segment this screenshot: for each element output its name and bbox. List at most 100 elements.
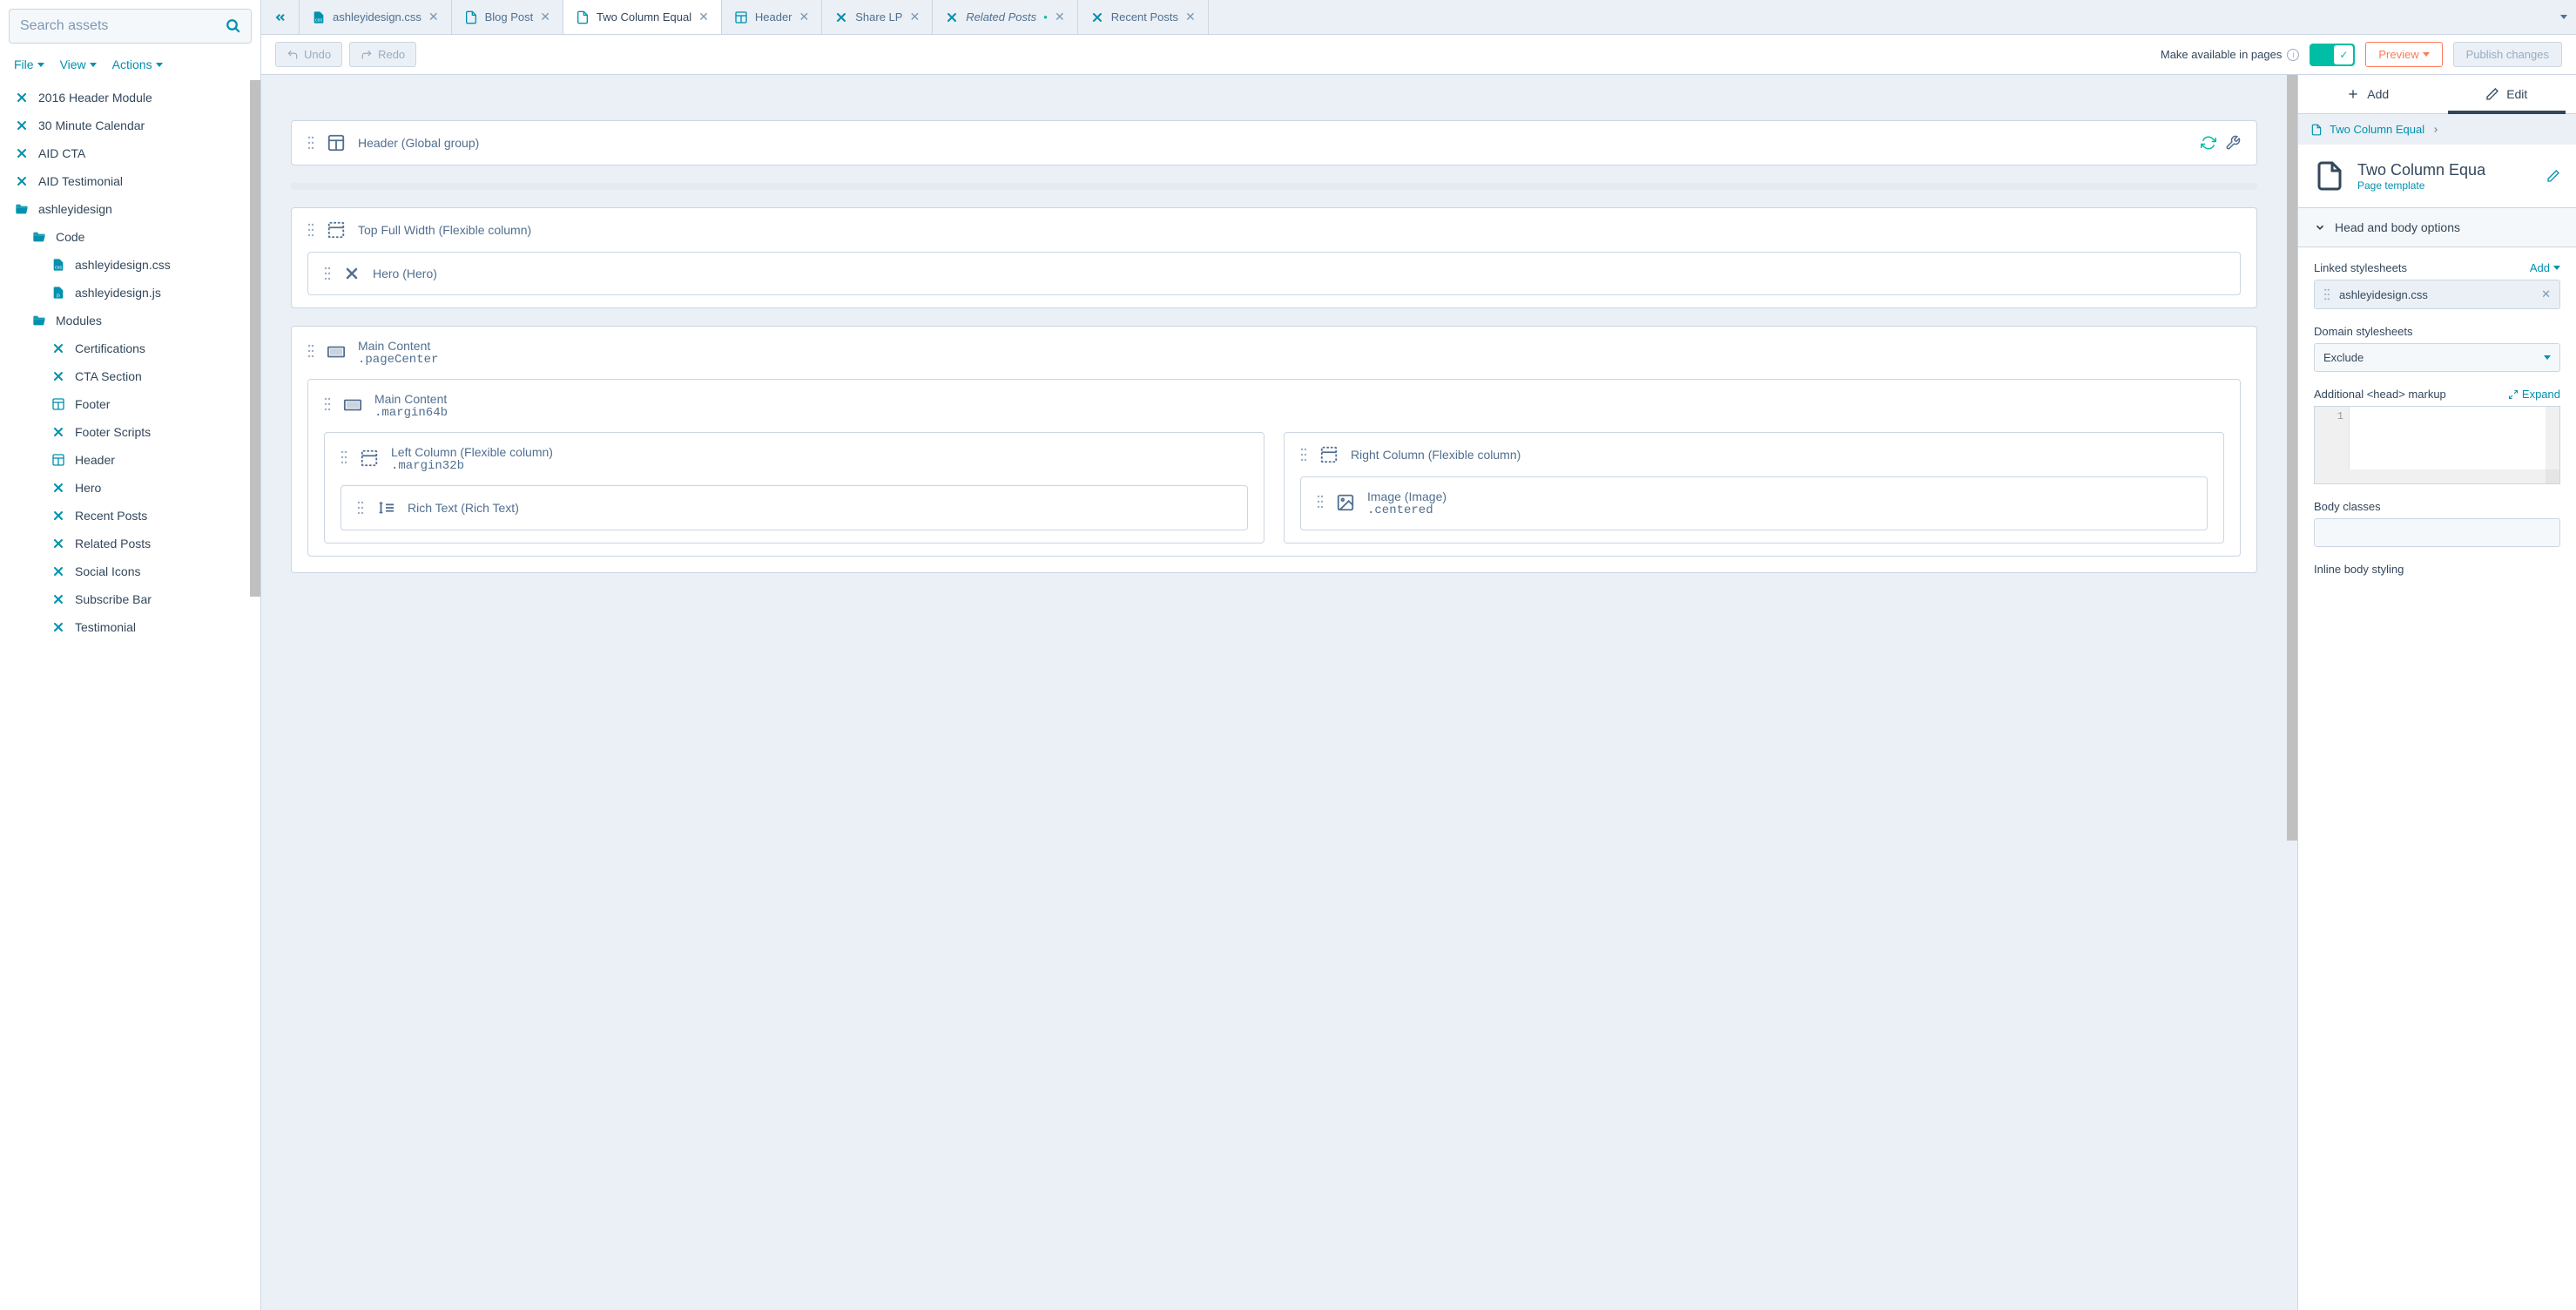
tree-item[interactable]: Related Posts (0, 530, 260, 557)
tree-item-label: 2016 Header Module (38, 91, 152, 105)
tree-item[interactable]: Hero (0, 474, 260, 502)
close-tab-button[interactable]: ✕ (428, 10, 439, 24)
inspector-tab-add[interactable]: Add (2298, 75, 2438, 113)
canvas: Header (Global group) (261, 75, 2297, 1310)
block-image[interactable]: Image (Image) .centered (1300, 476, 2208, 530)
tree-item[interactable]: AID Testimonial (0, 167, 260, 195)
redo-button[interactable]: Redo (349, 42, 416, 67)
drag-handle-icon[interactable] (307, 344, 314, 358)
collapse-sidebar-button[interactable] (261, 0, 300, 34)
drag-handle-icon[interactable] (2323, 288, 2330, 300)
sidebar: File View Actions 2016 Header Module 30 M… (0, 0, 261, 1310)
tab[interactable]: Recent Posts✕ (1078, 0, 1209, 34)
module-icon (51, 368, 66, 384)
canvas-scrollbar[interactable] (2287, 75, 2297, 841)
add-stylesheet-button[interactable]: Add (2530, 261, 2560, 274)
close-tab-button[interactable]: ✕ (540, 10, 550, 24)
drag-handle-icon[interactable] (357, 501, 364, 515)
sidebar-scrollbar[interactable] (250, 80, 260, 597)
search-field[interactable] (9, 9, 252, 44)
tree-item[interactable]: Header (0, 446, 260, 474)
close-tab-button[interactable]: ✕ (909, 10, 920, 24)
tree-item[interactable]: cssashleyidesign.css (0, 251, 260, 279)
breadcrumb[interactable]: Two Column Equal (2298, 114, 2576, 145)
block-class: .centered (1367, 503, 1446, 517)
tools-icon[interactable] (2225, 135, 2241, 151)
available-toggle[interactable]: ✓ (2310, 44, 2355, 66)
edit-title-button[interactable] (2546, 169, 2560, 183)
inspector-tab-edit[interactable]: Edit (2438, 75, 2576, 113)
block-label: Main Content (374, 392, 448, 406)
drag-handle-icon[interactable] (324, 267, 331, 280)
editor-scrollbar-v[interactable] (2546, 407, 2559, 469)
tree-item[interactable]: CTA Section (0, 362, 260, 390)
head-markup-editor[interactable]: 1 (2314, 406, 2560, 484)
expand-button[interactable]: Expand (2508, 388, 2560, 401)
template-subtitle: Page template (2357, 179, 2485, 192)
block-right-column[interactable]: Right Column (Flexible column) Image (Im… (1284, 432, 2224, 544)
block-left-column[interactable]: Left Column (Flexible column) .margin32b (324, 432, 1264, 544)
menu-actions[interactable]: Actions (112, 57, 163, 71)
drag-handle-icon[interactable] (307, 136, 314, 150)
block-main-margin64b[interactable]: Main Content .margin64b (307, 379, 2241, 557)
tree-item[interactable]: 2016 Header Module (0, 84, 260, 111)
close-tab-button[interactable]: ✕ (1055, 10, 1065, 24)
tree-item[interactable]: Modules (0, 307, 260, 334)
tab[interactable]: Header✕ (722, 0, 822, 34)
section-head-body-options[interactable]: Head and body options (2298, 207, 2576, 247)
menu-view[interactable]: View (60, 57, 97, 71)
tree-item[interactable]: Recent Posts (0, 502, 260, 530)
editor-resize-grip[interactable] (2546, 469, 2559, 483)
tree-item[interactable]: Testimonial (0, 613, 260, 641)
tree-item[interactable]: Code (0, 223, 260, 251)
domain-stylesheets-select[interactable]: Exclude (2314, 343, 2560, 372)
module-icon (343, 265, 361, 282)
body-classes-input[interactable] (2314, 518, 2560, 547)
tree-item[interactable]: Footer (0, 390, 260, 418)
block-top-full-width[interactable]: Top Full Width (Flexible column) Hero (H… (291, 207, 2257, 308)
tab[interactable]: Two Column Equal✕ (563, 0, 722, 34)
tree-item[interactable]: Certifications (0, 334, 260, 362)
block-class: .margin32b (391, 459, 553, 473)
block-header[interactable]: Header (Global group) (291, 120, 2257, 165)
tree-item[interactable]: Subscribe Bar (0, 585, 260, 613)
stylesheet-chip[interactable]: ashleyidesign.css ✕ (2314, 280, 2560, 309)
publish-button[interactable]: Publish changes (2453, 42, 2562, 67)
drag-handle-icon[interactable] (324, 397, 331, 411)
preview-button[interactable]: Preview (2365, 42, 2442, 67)
tree-item-label: Recent Posts (75, 509, 147, 523)
block-hero[interactable]: Hero (Hero) (307, 252, 2241, 295)
close-tab-button[interactable]: ✕ (799, 10, 810, 24)
tree-item[interactable]: ashleyidesign (0, 195, 260, 223)
editor-scrollbar-h[interactable] (2315, 469, 2559, 483)
tab[interactable]: Blog Post✕ (452, 0, 563, 34)
remove-stylesheet-button[interactable]: ✕ (2541, 287, 2551, 301)
info-icon[interactable]: i (2287, 49, 2299, 61)
block-main-pagecenter[interactable]: Main Content .pageCenter Main Content .m (291, 326, 2257, 573)
tree-item[interactable]: AID CTA (0, 139, 260, 167)
tab[interactable]: Related Posts●✕ (933, 0, 1078, 34)
tabbar: cssashleyidesign.css✕Blog Post✕Two Colum… (261, 0, 2576, 35)
block-rich-text[interactable]: Rich Text (Rich Text) (341, 485, 1248, 530)
undo-button[interactable]: Undo (275, 42, 342, 67)
tab-overflow-button[interactable] (2552, 0, 2576, 34)
block-label: Main Content (358, 339, 438, 353)
search-input[interactable] (9, 9, 252, 44)
close-tab-button[interactable]: ✕ (698, 10, 709, 24)
close-tab-button[interactable]: ✕ (1185, 10, 1196, 24)
tree-item[interactable]: jsashleyidesign.js (0, 279, 260, 307)
drag-handle-icon[interactable] (307, 223, 314, 237)
tree-item[interactable]: Footer Scripts (0, 418, 260, 446)
tab[interactable]: Share LP ✕ (822, 0, 933, 34)
tree-item[interactable]: Social Icons (0, 557, 260, 585)
drag-handle-icon[interactable] (1300, 448, 1307, 462)
drag-handle-icon[interactable] (1317, 495, 1324, 509)
block-class: .pageCenter (358, 353, 438, 367)
menu-file[interactable]: File (14, 57, 44, 71)
tree-item[interactable]: 30 Minute Calendar (0, 111, 260, 139)
sync-icon[interactable] (2201, 135, 2216, 151)
tab[interactable]: cssashleyidesign.css✕ (300, 0, 452, 34)
domain-stylesheets-label: Domain stylesheets (2314, 325, 2560, 338)
tab-label: Share LP (855, 10, 902, 24)
drag-handle-icon[interactable] (341, 450, 347, 464)
